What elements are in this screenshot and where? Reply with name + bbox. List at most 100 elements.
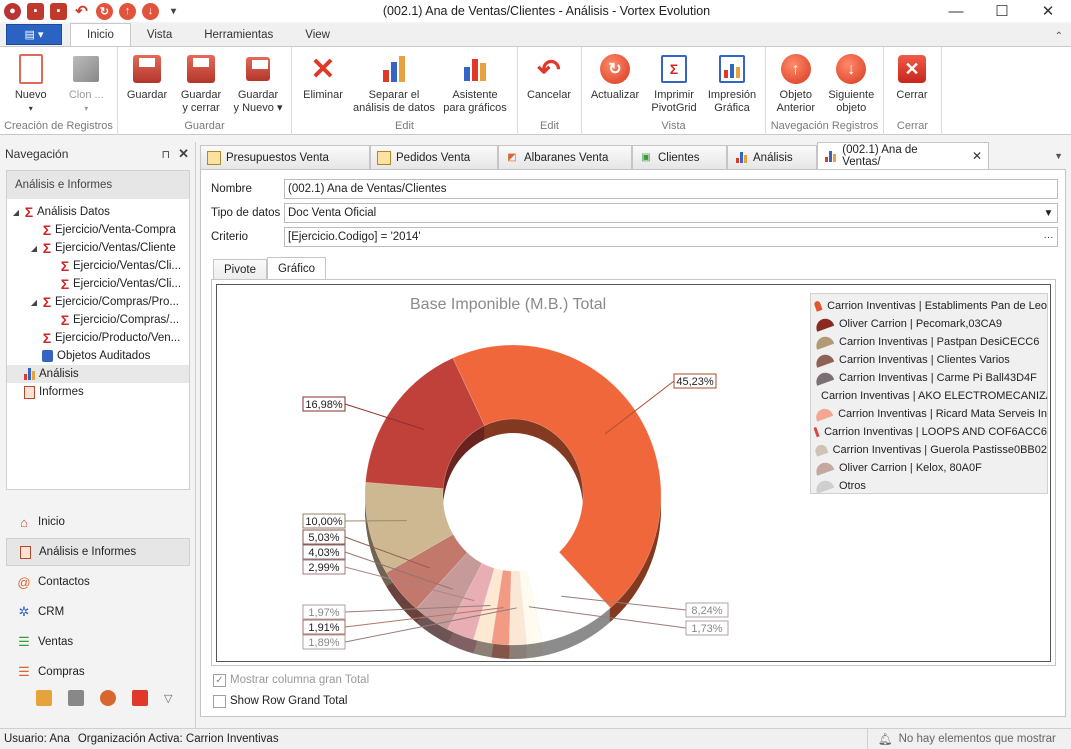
dropdown-arrow-icon[interactable]: ▼ [1040, 204, 1057, 222]
undo-icon[interactable]: ↶ [73, 3, 90, 20]
status-usuario: Usuario: Ana [4, 733, 70, 745]
sigma-icon: Σ [42, 294, 52, 310]
data-label: 2,99% [308, 562, 339, 574]
arrow-down-icon[interactable]: ↓ [142, 2, 159, 20]
tree-item[interactable]: Σ Ejercicio/Venta-Compra [7, 221, 189, 239]
tree-title: Análisis e Informes [7, 171, 189, 199]
group-vista: ↻ Actualizar Σ Imprimir PivotGrid Impres… [582, 47, 766, 135]
tree-item[interactable]: ◢ Σ Ejercicio/Ventas/Cliente [7, 239, 189, 257]
tree-item-analisis-datos[interactable]: ◢ Σ Análisis Datos [7, 203, 189, 221]
tree-item[interactable]: ◢ Σ Ejercicio/Compras/Pro... [7, 293, 189, 311]
criterio-label: Criterio [211, 231, 249, 243]
pin-icon[interactable]: ⊓ [162, 148, 171, 161]
floppy-icon [131, 53, 163, 85]
title-bar: ● ▪ ▪ ↶ ↻ ↑ ↓ ▾ (002.1) Ana de Ventas/Cl… [0, 0, 1071, 22]
nav-analisis-informes[interactable]: Análisis e Informes [6, 538, 190, 566]
plugin-icon[interactable] [132, 690, 148, 706]
tab-inicio[interactable]: Inicio [70, 23, 131, 46]
tab-vista[interactable]: Vista [131, 24, 188, 46]
close-window-button[interactable]: ✕ [1025, 0, 1071, 22]
app-menu-button[interactable]: ▤ ▾ [6, 24, 62, 45]
tree-item[interactable]: Σ Ejercicio/Compras/... [7, 311, 189, 329]
minimize-button[interactable]: — [933, 0, 979, 22]
expand-icon[interactable]: ◢ [29, 244, 39, 253]
close-panel-icon[interactable]: ✕ [178, 146, 189, 162]
floppy-new-icon [242, 53, 274, 85]
more-chevron-icon[interactable]: ▽ [164, 692, 172, 705]
legend-item: Carrion Inventivas | Pastpan DesiCECC6 [811, 333, 1047, 351]
refresh-icon: ↻ [599, 53, 631, 85]
documents-icon[interactable] [36, 690, 52, 706]
bar-chart-icon [734, 151, 748, 165]
bar-chart-icon [21, 367, 37, 381]
legend-swatch [813, 443, 828, 457]
tree-item-informes[interactable]: Informes [7, 383, 189, 401]
doc-tab-analisis[interactable]: Análisis [727, 145, 817, 169]
subtab-pivote[interactable]: Pivote [213, 259, 267, 280]
tipo-datos-row: Tipo de datos Doc Venta Oficial ▼ [211, 203, 1058, 223]
doc-tab-ana-ventas[interactable]: (002.1) Ana de Ventas/ ✕ [817, 142, 989, 169]
gran-total-checkbox[interactable]: ✓ [213, 673, 226, 687]
group-label-navegacion: Navegación Registros [770, 120, 879, 132]
printer-icon[interactable] [68, 690, 84, 706]
ellipsis-button[interactable]: ··· [1040, 228, 1057, 246]
chart-area: Base Imponible (M.B.) Total 45,23% 8,24% 1… [216, 284, 1051, 662]
refresh-icon[interactable]: ↻ [96, 2, 113, 20]
ribbon-tabs: ▤ ▾ Inicio Vista Herramientas View ⌃ [0, 23, 1071, 47]
doc-tab-albaranes[interactable]: ◩ Albaranes Venta [498, 145, 632, 169]
chart-container: Base Imponible (M.B.) Total 45,23% 8,24% 1… [211, 279, 1056, 666]
doc-tab-pedidos[interactable]: Pedidos Venta [370, 145, 498, 169]
notifications-area[interactable]: 🔔︎ No hay elementos que mostrar [867, 728, 1071, 749]
data-label: 4,03% [308, 547, 339, 559]
app-logo-icon[interactable]: ● [4, 2, 21, 20]
tree-item-objetos-auditados[interactable]: Objetos Auditados [7, 347, 189, 365]
nav-crm[interactable]: ✲ CRM [6, 598, 190, 626]
expand-icon[interactable]: ◢ [11, 208, 21, 217]
navigation-panel: Navegación ⊓ ✕ Análisis e Informes ◢ Σ An… [0, 142, 196, 730]
settings-gear-icon[interactable] [100, 690, 116, 706]
nav-contactos[interactable]: @ Contactos [6, 568, 190, 596]
nombre-input[interactable]: (002.1) Ana de Ventas/Clientes [284, 179, 1058, 199]
tab-herramientas[interactable]: Herramientas [188, 24, 289, 46]
tree-item-analisis[interactable]: Análisis [7, 365, 189, 383]
tipo-datos-select[interactable]: Doc Venta Oficial ▼ [284, 203, 1058, 223]
group-edit: ✕ Eliminar Separar el análisis de datos … [292, 47, 518, 135]
nav-compras[interactable]: ☰ Compras [6, 658, 190, 686]
close-tab-icon[interactable]: ✕ [972, 149, 982, 163]
clients-icon: ▣ [641, 152, 651, 163]
ribbon: Nuevo ▾ Clon ... ▾ Creación de Registros… [0, 47, 1071, 135]
nav-inicio[interactable]: ⌂ Inicio [6, 508, 190, 536]
tabs-dropdown-icon[interactable]: ▼ [1054, 151, 1063, 161]
subtab-grafico[interactable]: Gráfico [266, 257, 327, 280]
row-grand-total-checkbox[interactable] [213, 694, 226, 708]
collapse-ribbon-icon[interactable]: ⌃ [1055, 31, 1063, 42]
legend-swatch [813, 352, 835, 368]
tree-item[interactable]: Σ Ejercicio/Producto/Ven... [7, 329, 189, 347]
doc-tab-presupuestos[interactable]: Presupuestos Venta [200, 145, 370, 169]
arrow-up-icon: ↑ [780, 53, 812, 85]
arrow-up-icon[interactable]: ↑ [119, 2, 136, 20]
quick-access-toolbar: ● ▪ ▪ ↶ ↻ ↑ ↓ ▾ [0, 2, 220, 20]
tree-item[interactable]: Σ Ejercicio/Ventas/Cli... [7, 257, 189, 275]
purchases-icon: ☰ [18, 664, 30, 679]
legend-item: Carrion Inventivas | AKO ELECTROMECANIZA [811, 387, 1047, 405]
save-close-icon[interactable]: ▪ [50, 2, 67, 20]
split-analysis-icon [378, 53, 410, 85]
maximize-button[interactable]: ☐ [979, 0, 1025, 22]
save-icon[interactable]: ▪ [27, 2, 44, 20]
data-label: 16,98% [305, 399, 343, 411]
doc-tab-clientes[interactable]: ▣ Clientes [632, 145, 727, 169]
qat-customize-icon[interactable]: ▾ [165, 3, 182, 20]
expand-icon[interactable]: ◢ [29, 298, 39, 307]
window-title: (002.1) Ana de Ventas/Clientes - Análisi… [382, 4, 711, 18]
document-icon [207, 150, 221, 165]
legend-item: Carrion Inventivas | LOOPS AND COF6ACC6 [811, 423, 1047, 441]
tree-item[interactable]: Σ Ejercicio/Ventas/Cli... [7, 275, 189, 293]
nav-ventas[interactable]: ☰ Ventas [6, 628, 190, 656]
tab-view[interactable]: View [289, 24, 346, 46]
legend-swatch [813, 460, 835, 476]
criterio-input[interactable]: [Ejercicio.Codigo] = '2014' ··· [284, 227, 1058, 247]
data-label: 1,73% [691, 623, 722, 635]
data-label: 1,89% [308, 637, 339, 649]
home-icon: ⌂ [20, 514, 28, 530]
